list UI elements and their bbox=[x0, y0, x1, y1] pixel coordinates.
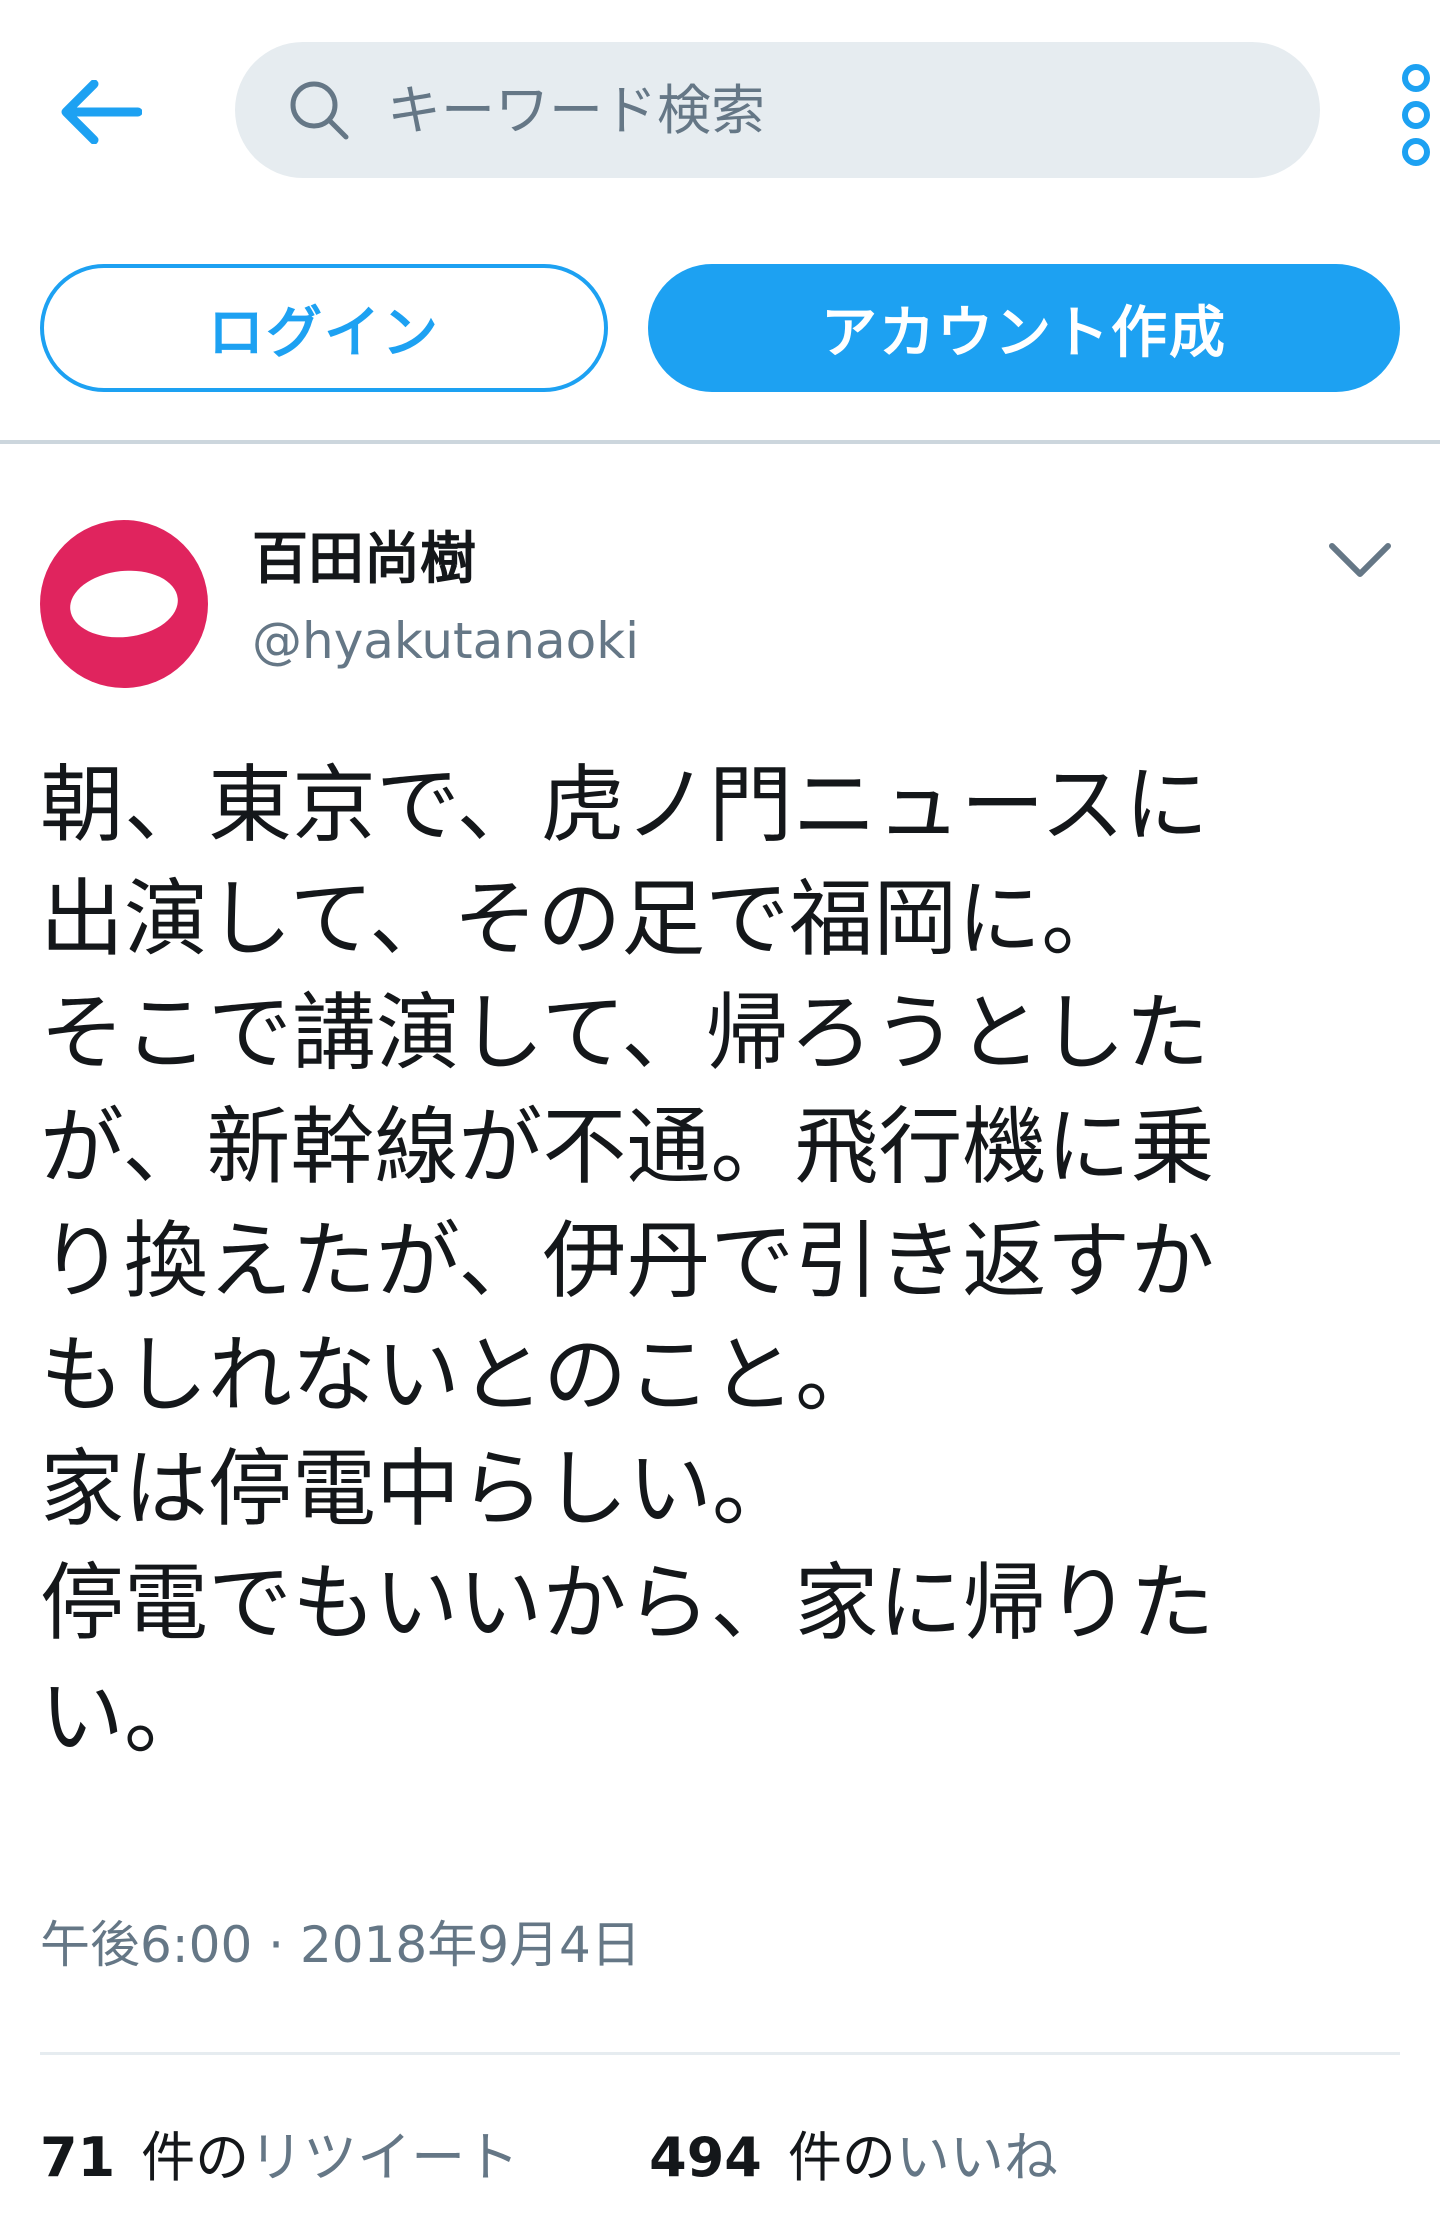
avatar[interactable] bbox=[40, 520, 208, 688]
signup-button[interactable]: アカウント作成 bbox=[648, 264, 1400, 392]
avatar-logo-icon bbox=[66, 565, 182, 643]
tweet-stats: 71 件の リツイート 494 件の いいね bbox=[40, 2120, 1058, 2196]
like-label: いいね bbox=[895, 2126, 1058, 2189]
header-divider bbox=[0, 440, 1440, 444]
search-input[interactable] bbox=[385, 77, 1269, 143]
tweet-text: 朝、東京で、虎ノ門ニュースに 出演して、その足で福岡に。 そこで講演して、帰ろう… bbox=[40, 756, 1215, 1766]
login-button[interactable]: ログイン bbox=[40, 264, 608, 392]
chevron-down-icon bbox=[1329, 543, 1391, 577]
back-arrow-icon bbox=[61, 80, 142, 144]
user-handle[interactable]: @hyakutanaoki bbox=[252, 608, 639, 674]
retweet-count: 71 bbox=[40, 2126, 116, 2189]
back-button[interactable] bbox=[48, 62, 152, 162]
tweet-options-button[interactable] bbox=[1320, 530, 1400, 590]
search-icon bbox=[290, 81, 349, 140]
retweet-count-link[interactable]: 71 件の リツイート bbox=[40, 2120, 519, 2196]
auth-buttons: ログイン アカウント作成 bbox=[0, 264, 1440, 396]
like-count: 494 bbox=[649, 2126, 762, 2189]
retweet-count-unit: 件の bbox=[141, 2126, 250, 2189]
top-bar bbox=[0, 0, 1440, 214]
stats-divider bbox=[40, 2052, 1400, 2055]
retweet-label: リツイート bbox=[249, 2126, 520, 2189]
like-count-unit: 件の bbox=[787, 2126, 896, 2189]
more-vertical-icon bbox=[1402, 64, 1430, 166]
tweet-timestamp[interactable]: 午後6:00 · 2018年9月4日 bbox=[40, 1912, 641, 1978]
more-menu-button[interactable] bbox=[1392, 60, 1440, 170]
display-name[interactable]: 百田尚樹 bbox=[252, 525, 476, 595]
search-bar[interactable] bbox=[235, 42, 1320, 178]
like-count-link[interactable]: 494 件の いいね bbox=[649, 2120, 1058, 2196]
